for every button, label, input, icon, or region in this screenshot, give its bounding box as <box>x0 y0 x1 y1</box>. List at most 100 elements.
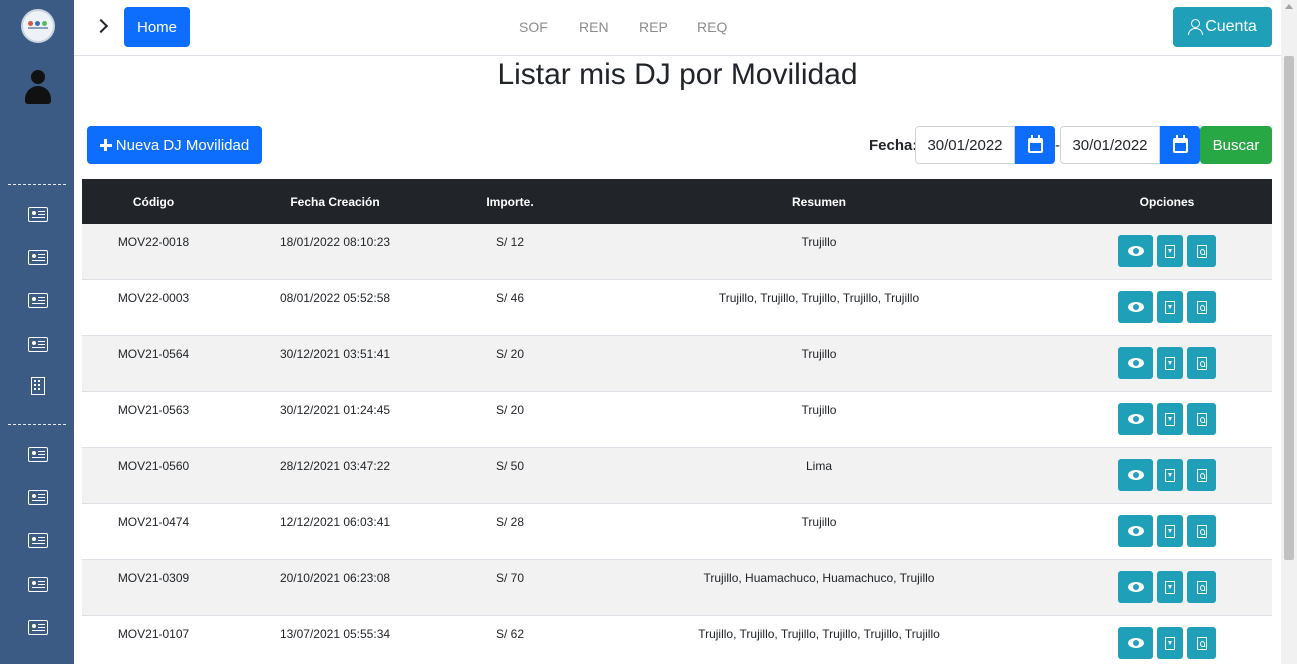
plus-icon <box>99 139 112 151</box>
pdf-button[interactable] <box>1187 291 1216 323</box>
view-button[interactable] <box>1118 291 1153 323</box>
download-button[interactable] <box>1157 291 1183 323</box>
nav-link-ren[interactable]: REN <box>579 19 609 35</box>
sidebar-item-1[interactable] <box>27 206 49 222</box>
sidebar <box>0 0 74 664</box>
id-card-icon <box>28 446 48 462</box>
calendar-icon <box>1027 134 1043 153</box>
file-pdf-icon <box>1196 300 1207 314</box>
pdf-button[interactable] <box>1187 627 1216 659</box>
nav-link-sof[interactable]: SOF <box>519 19 548 35</box>
row-options <box>1118 347 1216 379</box>
view-button[interactable] <box>1118 235 1153 267</box>
date-from-calendar-button[interactable] <box>1015 126 1055 164</box>
row-options <box>1118 291 1216 323</box>
file-download-icon <box>1165 412 1175 426</box>
scroll-thumb[interactable] <box>1284 56 1294 560</box>
building-icon <box>31 377 45 395</box>
eye-icon <box>1127 358 1144 368</box>
file-download-icon <box>1165 636 1175 650</box>
date-to-calendar-button[interactable] <box>1160 126 1200 164</box>
file-pdf-icon <box>1196 636 1207 650</box>
cell-importe: S/ 20 <box>495 403 525 417</box>
file-download-icon <box>1165 468 1175 482</box>
download-button[interactable] <box>1157 627 1183 659</box>
cell-fecha-creacion: 30/12/2021 01:24:45 <box>279 403 391 417</box>
buscar-button[interactable]: Buscar <box>1200 126 1272 164</box>
sidebar-toggle-chevron-icon[interactable] <box>96 19 108 35</box>
pdf-button[interactable] <box>1187 571 1216 603</box>
cuenta-label: Cuenta <box>1205 18 1257 35</box>
eye-icon <box>1127 470 1144 480</box>
page-title: Listar mis DJ por Movilidad <box>497 58 858 91</box>
date-from-input[interactable]: 30/01/2022 <box>915 126 1015 164</box>
cell-codigo: MOV21-0309 <box>117 571 190 585</box>
sidebar-item-4[interactable] <box>27 336 49 352</box>
pdf-button[interactable] <box>1187 235 1216 267</box>
home-button[interactable]: Home <box>124 7 190 47</box>
pdf-button[interactable] <box>1187 403 1216 435</box>
logo[interactable] <box>21 9 55 43</box>
header-importe: Importe. <box>486 195 534 209</box>
download-button[interactable] <box>1157 515 1183 547</box>
header-fecha-creacion: Fecha Creación <box>290 195 380 209</box>
cell-codigo: MOV21-0564 <box>117 347 190 361</box>
header-resumen: Resumen <box>791 195 847 209</box>
pdf-button[interactable] <box>1187 459 1216 491</box>
view-button[interactable] <box>1118 459 1153 491</box>
sidebar-item-2[interactable] <box>27 249 49 265</box>
header-codigo: Código <box>132 195 175 209</box>
sidebar-item-3[interactable] <box>27 292 49 308</box>
table-row: MOV21-0107 13/07/2021 05:55:34 S/ 62 Tru… <box>82 616 1272 664</box>
download-button[interactable] <box>1157 235 1183 267</box>
row-options <box>1118 571 1216 603</box>
cuenta-button[interactable]: Cuenta <box>1173 7 1272 47</box>
view-button[interactable] <box>1118 571 1153 603</box>
cell-importe: S/ 62 <box>495 627 525 641</box>
cell-importe: S/ 28 <box>495 515 525 529</box>
table-header: Código Fecha Creación Importe. Resumen O… <box>82 179 1272 224</box>
sidebar-item-7[interactable] <box>27 489 49 505</box>
download-button[interactable] <box>1157 403 1183 435</box>
sidebar-item-9[interactable] <box>27 576 49 592</box>
table-row: MOV21-0474 12/12/2021 06:03:41 S/ 28 Tru… <box>82 504 1272 560</box>
date-to-input[interactable]: 30/01/2022 <box>1060 126 1160 164</box>
cell-fecha-creacion: 12/12/2021 06:03:41 <box>279 515 391 529</box>
nav-link-req[interactable]: REQ <box>697 19 727 35</box>
cell-fecha-creacion: 28/12/2021 03:47:22 <box>279 459 391 473</box>
sidebar-item-5[interactable] <box>27 377 49 395</box>
row-options <box>1118 235 1216 267</box>
user-avatar[interactable] <box>22 70 54 106</box>
download-button[interactable] <box>1157 347 1183 379</box>
sidebar-item-10[interactable] <box>27 619 49 635</box>
download-button[interactable] <box>1157 571 1183 603</box>
cell-fecha-creacion: 13/07/2021 05:55:34 <box>279 627 391 641</box>
sidebar-item-8[interactable] <box>27 532 49 548</box>
file-pdf-icon <box>1196 356 1207 370</box>
view-button[interactable] <box>1118 515 1153 547</box>
id-card-icon <box>28 336 48 352</box>
file-pdf-icon <box>1196 468 1207 482</box>
page-scrollbar[interactable] <box>1281 0 1297 664</box>
sidebar-item-6[interactable] <box>27 446 49 462</box>
pdf-button[interactable] <box>1187 347 1216 379</box>
file-download-icon <box>1165 244 1175 258</box>
view-button[interactable] <box>1118 403 1153 435</box>
file-download-icon <box>1165 524 1175 538</box>
pdf-button[interactable] <box>1187 515 1216 547</box>
cell-codigo: MOV21-0560 <box>117 459 190 473</box>
table-row: MOV22-0003 08/01/2022 05:52:58 S/ 46 Tru… <box>82 280 1272 336</box>
download-button[interactable] <box>1157 459 1183 491</box>
file-download-icon <box>1165 356 1175 370</box>
new-dj-movilidad-button[interactable]: Nueva DJ Movilidad <box>87 126 262 164</box>
eye-icon <box>1127 302 1144 312</box>
id-card-icon <box>28 576 48 592</box>
table-row: MOV22-0018 18/01/2022 08:10:23 S/ 12 Tru… <box>82 224 1272 280</box>
view-button[interactable] <box>1118 347 1153 379</box>
file-download-icon <box>1165 580 1175 594</box>
id-card-icon <box>28 532 48 548</box>
view-button[interactable] <box>1118 627 1153 659</box>
cell-importe: S/ 70 <box>495 571 525 585</box>
nav-link-rep[interactable]: REP <box>639 19 668 35</box>
scroll-up-arrow-icon[interactable] <box>1285 4 1293 9</box>
